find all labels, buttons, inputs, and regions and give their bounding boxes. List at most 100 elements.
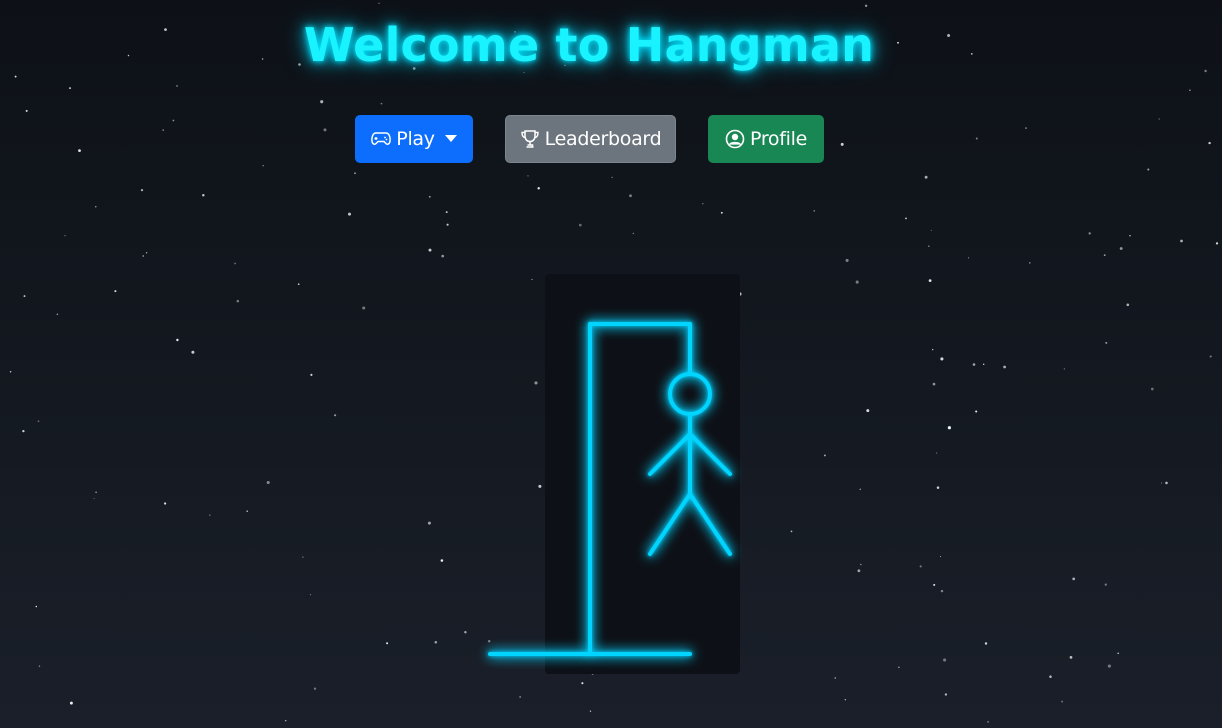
star	[1208, 141, 1211, 145]
star	[347, 212, 352, 216]
hangman-drawing	[488, 322, 732, 656]
hangman-right-arm	[688, 432, 732, 476]
leaderboard-button-label: Leaderboard	[544, 128, 662, 150]
star	[1209, 355, 1212, 358]
star	[611, 176, 613, 178]
star	[354, 172, 356, 175]
star	[1049, 675, 1052, 678]
star	[378, 2, 380, 4]
star	[940, 589, 944, 593]
star	[176, 84, 178, 87]
star	[446, 223, 449, 226]
star	[14, 75, 17, 78]
star	[944, 693, 948, 696]
star	[987, 721, 989, 723]
star	[632, 232, 634, 235]
star	[162, 129, 165, 131]
star	[234, 262, 236, 265]
star	[1119, 247, 1123, 250]
star	[1189, 89, 1191, 91]
star	[940, 556, 942, 558]
star	[1117, 652, 1120, 655]
star	[1180, 239, 1183, 243]
star	[9, 370, 12, 373]
star	[1003, 365, 1006, 369]
star	[23, 295, 26, 298]
star	[69, 701, 73, 705]
star	[1215, 242, 1219, 245]
hangman-left-arm	[648, 432, 692, 476]
leaderboard-button[interactable]: Leaderboard	[505, 115, 676, 163]
star	[924, 175, 928, 179]
star	[22, 429, 25, 433]
star	[323, 128, 327, 132]
star	[445, 211, 448, 214]
star	[64, 235, 66, 237]
star	[1147, 168, 1150, 171]
star	[1025, 127, 1027, 129]
star	[78, 149, 81, 152]
star	[262, 165, 264, 167]
star	[1061, 700, 1064, 703]
star	[236, 299, 240, 303]
star	[519, 696, 521, 698]
star	[972, 363, 976, 366]
star	[720, 211, 723, 214]
star	[362, 306, 366, 310]
gamepad-icon	[371, 131, 392, 147]
star	[928, 245, 930, 247]
star	[968, 257, 970, 259]
star	[905, 217, 907, 220]
profile-button-label: Profile	[750, 128, 807, 150]
star	[380, 102, 383, 105]
star	[845, 258, 849, 262]
star	[537, 187, 540, 190]
star	[860, 563, 862, 566]
star	[145, 252, 148, 254]
star	[1161, 482, 1163, 484]
star	[302, 556, 304, 558]
star	[191, 350, 195, 354]
star	[142, 255, 144, 257]
star	[932, 382, 936, 386]
star	[428, 195, 431, 198]
star	[834, 677, 836, 679]
star	[35, 605, 38, 608]
star	[95, 206, 97, 208]
star	[919, 565, 922, 568]
hangman-head	[668, 372, 712, 416]
star	[1069, 656, 1073, 659]
star	[975, 137, 978, 140]
star	[864, 4, 868, 8]
star	[334, 414, 337, 417]
trophy-icon	[520, 129, 540, 149]
star	[813, 210, 815, 212]
profile-button[interactable]: Profile	[708, 115, 824, 163]
star	[1129, 235, 1131, 237]
star	[1029, 262, 1031, 264]
star	[790, 530, 793, 533]
star	[320, 100, 324, 104]
star	[202, 193, 205, 197]
star	[1204, 69, 1207, 73]
star	[434, 641, 438, 644]
hangman-left-leg	[648, 492, 692, 556]
star	[936, 486, 940, 489]
star	[943, 658, 947, 662]
star	[284, 719, 287, 722]
star	[933, 583, 936, 586]
star	[428, 248, 432, 252]
star	[38, 665, 41, 667]
star	[589, 710, 592, 712]
star	[940, 357, 944, 361]
star	[140, 188, 144, 192]
play-dropdown-button[interactable]: Play	[355, 115, 473, 163]
star	[1158, 118, 1160, 120]
star	[932, 348, 934, 351]
star	[1150, 387, 1154, 391]
star	[427, 521, 431, 525]
star	[297, 283, 300, 285]
star	[209, 514, 211, 516]
star	[172, 119, 175, 122]
star	[93, 498, 95, 500]
